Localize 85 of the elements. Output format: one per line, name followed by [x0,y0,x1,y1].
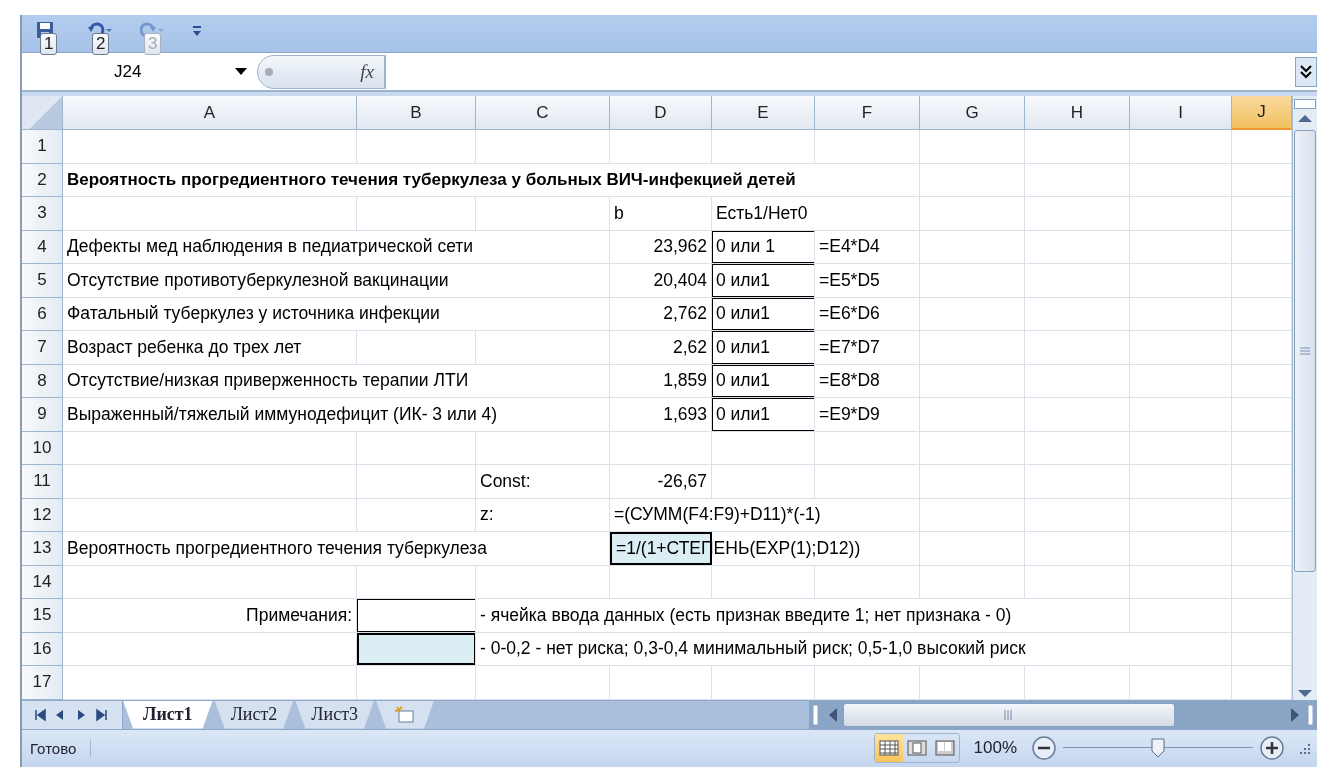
row-header[interactable]: 2 [22,163,63,197]
table-cell: Отсутствие/низкая приверженность терапии ЛТИ [63,364,610,398]
grid-icon[interactable] [878,740,899,757]
column-header[interactable]: A [63,96,357,130]
table-cell: - 0-0,2 - нет риска; 0,3-0,4 минимальный риск; 0,5-1,0 высокий риск [476,632,1232,666]
status-text: Готово [30,739,92,757]
table-cell: Вероятность прогредиентного течения туберкулеза [63,532,610,566]
row-header[interactable]: 1 [22,130,63,164]
zoom-level[interactable]: 100% [973,738,1017,759]
table-cell: b [610,197,712,231]
column-header[interactable]: H [1025,96,1130,130]
row-header[interactable]: 16 [22,632,63,666]
column-header[interactable]: F [815,96,920,130]
table-cell: 0 или1 [712,364,815,398]
table-cell: =E4*D4 [815,230,920,264]
scroll-thumb[interactable] [1294,130,1316,572]
row-header[interactable]: 10 [22,431,63,465]
table-cell: 0 или1 [712,297,815,331]
column-header[interactable]: C [476,96,610,130]
table-cell: - ячейка ввода данных (есть признак введите 1; нет признака - 0) [476,599,1130,633]
page-icon[interactable] [906,740,927,757]
table-cell: Выраженный/тяжелый иммунодефицит (ИК- 3 или 4) [63,398,610,432]
column-header[interactable]: J [1232,96,1292,130]
table-cell: 0 или 1 [712,230,815,264]
row-header[interactable]: 4 [22,230,63,264]
key-tip-tooltip: 1 [40,33,58,55]
row-header[interactable]: 11 [22,465,63,499]
table-cell: Примечания: [63,599,357,633]
name-box[interactable]: J24 [22,54,257,89]
grip-icon [1300,347,1310,355]
table-cell: 0 или1 [712,264,815,298]
table-cell: 0 или1 [712,331,815,365]
table-cell: =E8*D8 [815,364,920,398]
column-header[interactable]: B [357,96,476,130]
dropdown-caret-icon[interactable] [235,67,247,76]
table-cell: Вероятность прогредиентного течения туберкулеза у больных ВИЧ-инфекцией детей [63,163,920,197]
key-tip-tooltip: 3 [144,33,162,55]
sheet-tab[interactable]: Лист3 [295,700,375,729]
table-cell: Фатальный туберкулез у источника инфекции [63,297,610,331]
horizontal-scroll-thumb[interactable] [843,702,1175,727]
row-header[interactable]: 14 [22,565,63,599]
table-cell: =E6*D6 [815,297,920,331]
column-header[interactable]: G [920,96,1025,130]
key-tip-tooltip: 2 [92,33,110,55]
row-header[interactable]: 13 [22,532,63,566]
row-header[interactable]: 6 [22,297,63,331]
vertical-scrollbar[interactable] [1292,96,1317,700]
split-box[interactable] [1294,99,1316,109]
column-header[interactable]: E [712,96,815,130]
zoom-in-button[interactable] [1259,735,1285,762]
table-cell: z: [476,498,610,532]
table-cell: 0 или1 [712,398,815,432]
table-cell: Есть1/Нет0 [712,197,920,231]
customize-icon[interactable] [192,25,202,37]
row-header[interactable]: 8 [22,364,63,398]
table-cell: Отсутствие противотуберкулезной вакцинации [63,264,610,298]
pages-icon[interactable] [934,740,955,757]
sheet-tab[interactable]: Лист1 [123,700,213,729]
table-cell: -26,67 [610,465,712,499]
zoom-out-button[interactable] [1031,735,1057,762]
zoom-slider[interactable] [1063,737,1253,760]
sheet-tab[interactable]: Лист2 [214,700,294,729]
insert-function-button[interactable]: fx [360,60,374,83]
row-header[interactable]: 3 [22,197,63,231]
resize-grip-icon[interactable] [1297,741,1311,756]
zoom-slider-thumb[interactable] [1151,738,1165,759]
table-cell: Const: [476,465,610,499]
column-header[interactable]: I [1130,96,1232,130]
table-cell: Дефекты мед наблюдения в педиатрической сети [63,230,610,264]
table-cell: =E7*D7 [815,331,920,365]
expand-formula-bar-icon[interactable] [1295,56,1317,87]
grip-icon [1004,709,1014,720]
new-sheet-icon[interactable] [394,705,417,724]
handle-icon[interactable] [264,66,274,77]
normal-view-button[interactable] [874,734,903,763]
row-header[interactable]: 12 [22,498,63,532]
table-cell: =E5*D5 [815,264,920,298]
row-header[interactable]: 5 [22,264,63,298]
column-header[interactable]: D [610,96,712,130]
row-header[interactable]: 7 [22,331,63,365]
table-cell: =E9*D9 [815,398,920,432]
row-header[interactable]: 9 [22,398,63,432]
row-header[interactable]: 15 [22,599,63,633]
row-header[interactable]: 17 [22,666,63,700]
table-cell: Возраст ребенка до трех лет [63,331,357,365]
